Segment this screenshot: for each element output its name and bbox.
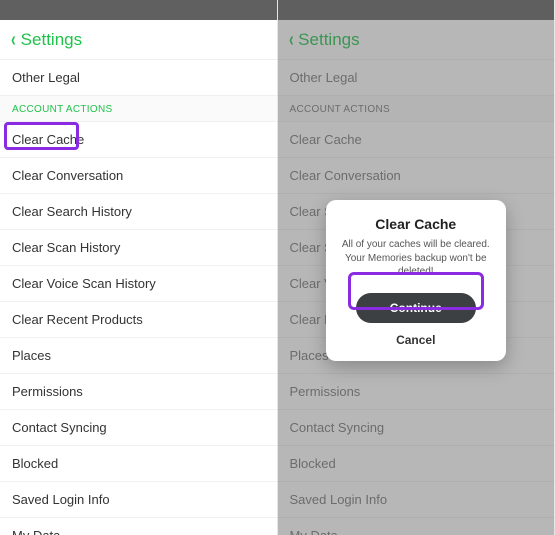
list-item[interactable]: Saved Login Info: [278, 482, 555, 518]
section-header-account-actions: ACCOUNT ACTIONS: [0, 96, 277, 122]
settings-header: ‹ Settings: [0, 20, 277, 60]
back-chevron-icon[interactable]: ‹: [289, 30, 294, 50]
clear-cache-dialog: Clear Cache All of your caches will be c…: [326, 200, 506, 361]
continue-button[interactable]: Continue: [356, 293, 476, 323]
list-item[interactable]: Blocked: [0, 446, 277, 482]
list-item[interactable]: Clear Search History: [0, 194, 277, 230]
screenshot-right: ‹ Settings Other Legal ACCOUNT ACTIONS C…: [278, 0, 555, 535]
list-item[interactable]: Blocked: [278, 446, 555, 482]
cancel-button[interactable]: Cancel: [338, 333, 494, 347]
list-item-clear-cache[interactable]: Clear Cache: [278, 122, 555, 158]
list-item[interactable]: Clear Conversation: [278, 158, 555, 194]
list-item[interactable]: Clear Recent Products: [0, 302, 277, 338]
status-bar: [0, 0, 277, 20]
header-title: Settings: [21, 30, 82, 50]
list-item[interactable]: Clear Conversation: [0, 158, 277, 194]
settings-list: Other Legal ACCOUNT ACTIONS Clear Cache …: [0, 60, 277, 535]
list-item-clear-cache[interactable]: Clear Cache: [0, 122, 277, 158]
list-item[interactable]: Places: [0, 338, 277, 374]
list-item[interactable]: Contact Syncing: [0, 410, 277, 446]
section-header-account-actions: ACCOUNT ACTIONS: [278, 96, 555, 122]
header-title: Settings: [298, 30, 359, 50]
dialog-message: All of your caches will be cleared. Your…: [338, 238, 494, 279]
list-item[interactable]: My Data: [278, 518, 555, 535]
status-bar: [278, 0, 555, 20]
list-item[interactable]: Permissions: [278, 374, 555, 410]
list-item[interactable]: Saved Login Info: [0, 482, 277, 518]
list-item[interactable]: Clear Scan History: [0, 230, 277, 266]
list-item[interactable]: Other Legal: [0, 60, 277, 96]
list-item[interactable]: Clear Voice Scan History: [0, 266, 277, 302]
settings-header: ‹ Settings: [278, 20, 555, 60]
list-item[interactable]: Other Legal: [278, 60, 555, 96]
dialog-title: Clear Cache: [338, 216, 494, 232]
screenshot-left: ‹ Settings Other Legal ACCOUNT ACTIONS C…: [0, 0, 278, 535]
list-item[interactable]: My Data: [0, 518, 277, 535]
list-item[interactable]: Permissions: [0, 374, 277, 410]
back-chevron-icon[interactable]: ‹: [11, 30, 16, 50]
list-item[interactable]: Contact Syncing: [278, 410, 555, 446]
